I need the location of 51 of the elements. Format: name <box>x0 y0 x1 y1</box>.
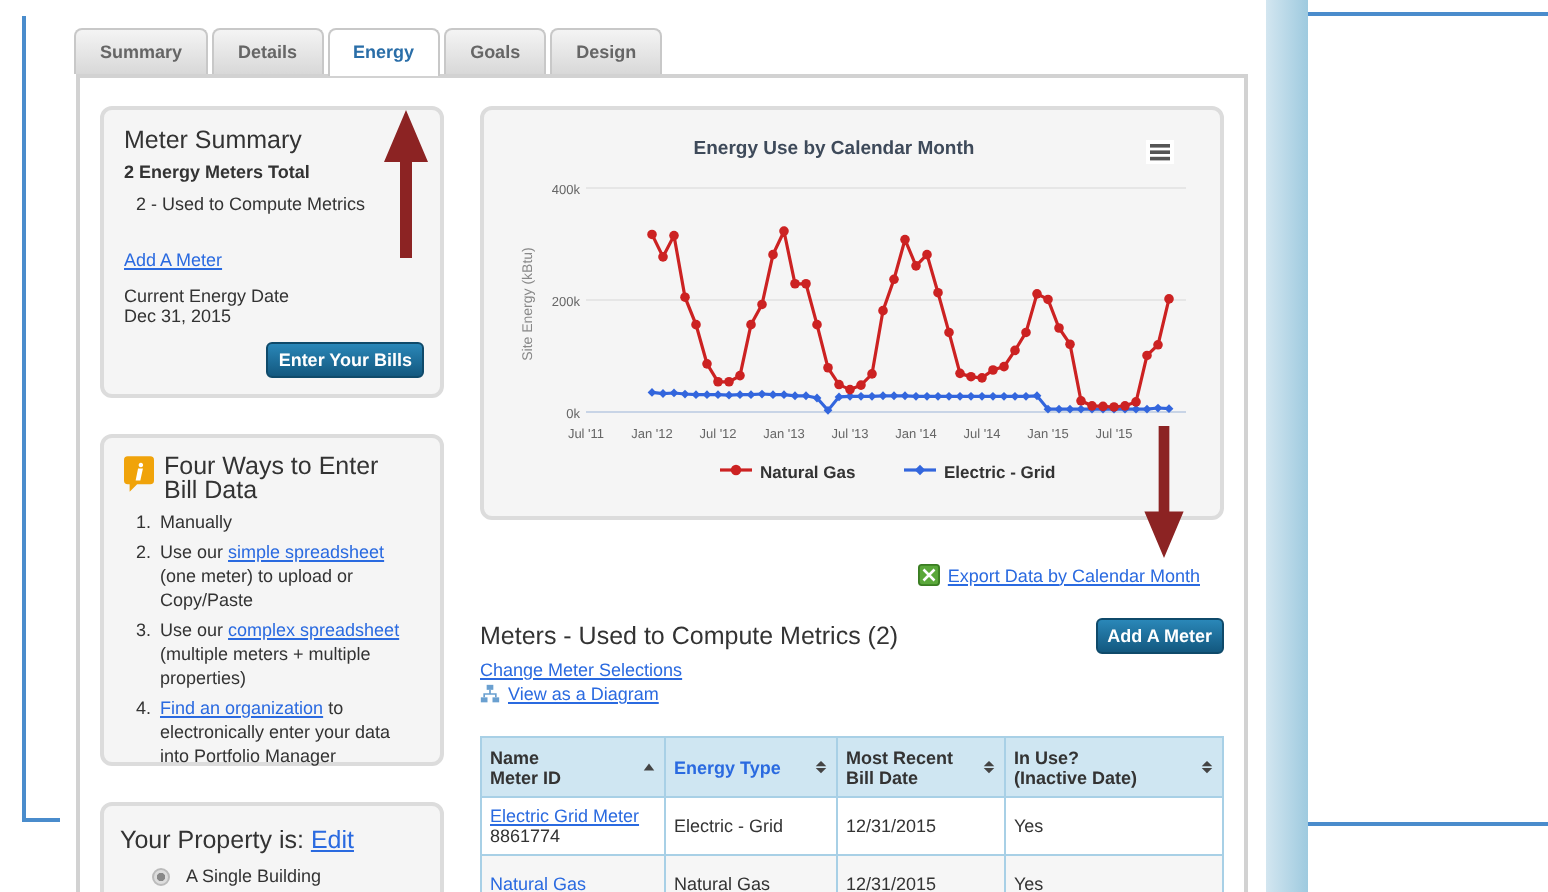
diagram-link[interactable]: View as a Diagram <box>508 684 659 704</box>
card-title: Your Property is: <box>120 826 304 854</box>
meter-used-count: 2 - Used to Compute Metrics <box>134 194 368 214</box>
column-header[interactable]: Most Recent Bill Date <box>837 737 1005 797</box>
header-label: Most Recent Bill Date <box>846 747 954 787</box>
table-cell: Yes <box>1005 855 1223 892</box>
card-title: Meter Summary <box>124 126 304 154</box>
method-link[interactable]: complex spreadsheet <box>228 620 400 640</box>
meter-id: 8861774 <box>490 826 563 846</box>
list-item-text: Use our complex spreadsheet (multiple meters + multiple properties) <box>160 618 402 690</box>
meter-name-link[interactable]: Electric Grid Meter <box>490 806 640 826</box>
table-cell: Yes <box>1005 797 1223 855</box>
list-item-text: Manually <box>160 510 233 534</box>
energy-date: Dec 31, 2015 <box>124 306 234 326</box>
table-cell: 12/31/2015 <box>837 797 1005 855</box>
table-cell: Electric - Grid <box>665 797 837 855</box>
energy-date-label: Current Energy Date <box>124 286 292 306</box>
add-meter-link[interactable]: Add A Meter <box>124 250 424 270</box>
section-title: Meters - Used to Compute Metrics (2) <box>480 622 899 650</box>
list-number: 2. <box>136 540 154 566</box>
list-number: 1. <box>136 510 154 534</box>
header-label: Name Meter ID <box>490 747 562 787</box>
tab[interactable]: Design <box>550 28 663 74</box>
change-selections-link[interactable]: Change Meter Selections <box>480 660 683 680</box>
header-label: Energy Type <box>674 757 781 777</box>
list-number: 4. <box>136 696 154 722</box>
method-link[interactable]: Find an organization <box>160 698 324 718</box>
card-title: Four Ways to Enter Bill Data <box>164 454 381 502</box>
tab[interactable]: Details <box>212 28 324 74</box>
edit-link[interactable]: Edit <box>310 826 354 854</box>
table-cell: Natural Gas <box>665 855 837 892</box>
column-header[interactable]: Energy Type <box>665 737 837 797</box>
list-item-text: Find an organization to electronically enter your data into Portfolio Manager <box>160 696 393 768</box>
legend-label: Natural Gas <box>760 462 856 482</box>
list-number: 3. <box>136 618 154 644</box>
column-header[interactable]: In Use? (Inactive Date) <box>1005 737 1223 797</box>
method-link[interactable]: simple spreadsheet <box>228 542 385 562</box>
option-label: A Single Building <box>186 866 322 886</box>
column-header[interactable]: Name Meter ID <box>481 737 665 797</box>
enter-bills-button[interactable]: Enter Your Bills <box>266 342 424 378</box>
add-meter-button[interactable]: Add A Meter <box>1095 618 1224 654</box>
tab[interactable]: Energy <box>327 28 441 76</box>
legend-label: Electric - Grid <box>944 462 1056 482</box>
export-link[interactable]: Export Data by Calendar Month <box>947 565 1200 585</box>
meter-total: 2 Energy Meters Total <box>124 162 312 182</box>
table-cell: 12/31/2015 <box>837 855 1005 892</box>
tab[interactable]: Goals <box>444 28 547 74</box>
list-item-text: Use our simple spreadsheet (one meter) to upload or Copy/Paste <box>160 540 387 612</box>
tab[interactable]: Summary <box>74 28 209 74</box>
chart-title: Energy Use by Calendar Month <box>693 138 975 160</box>
header-label: In Use? (Inactive Date) <box>1014 747 1138 787</box>
